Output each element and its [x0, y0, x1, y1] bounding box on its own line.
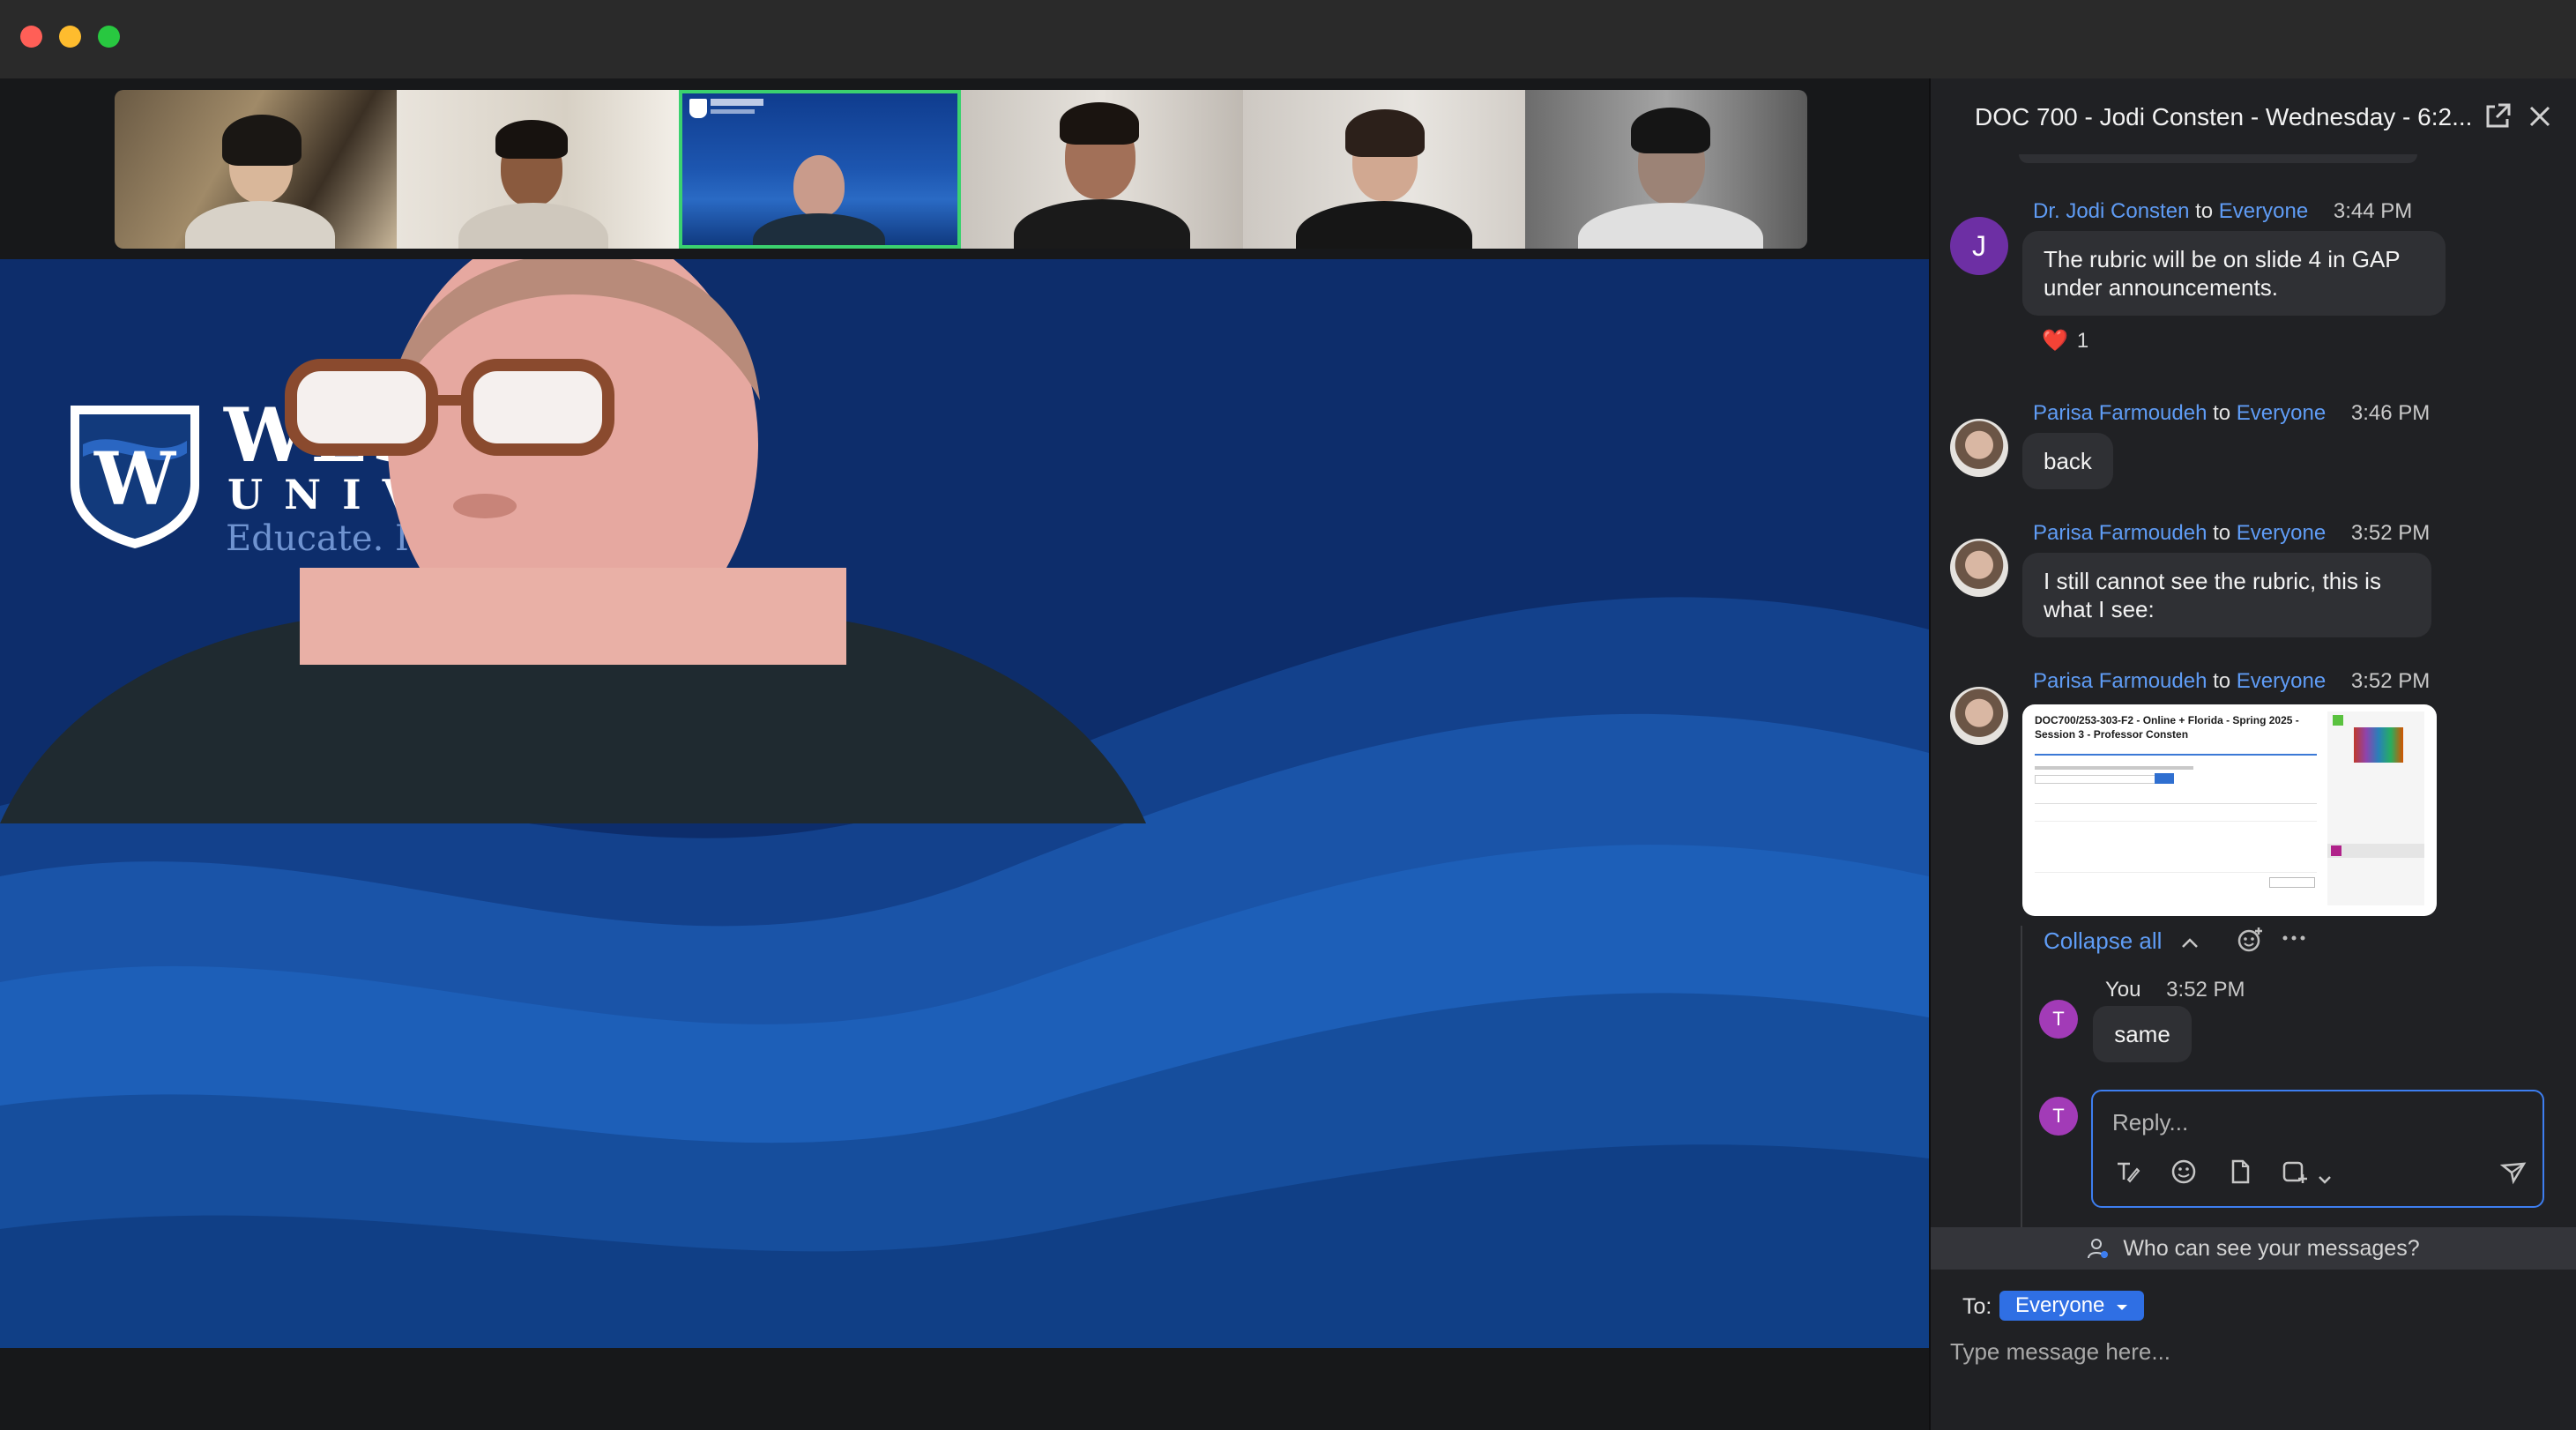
- screenshot-attachment[interactable]: DOC700/253-303-F2 - Online + Florida - S…: [2022, 704, 2437, 916]
- message-bubble[interactable]: back: [2022, 433, 2113, 489]
- participant-tile[interactable]: [1525, 90, 1807, 249]
- avatar: T: [2039, 1000, 2078, 1039]
- popout-icon[interactable]: [2483, 101, 2513, 131]
- reaction-badge[interactable]: ❤️ 1: [2042, 328, 2088, 354]
- dropdown-caret-icon: [2116, 1291, 2128, 1321]
- privacy-notice[interactable]: Who can see your messages?: [1931, 1227, 2576, 1270]
- recipient-select[interactable]: Everyone: [1999, 1291, 2145, 1321]
- participant-tile[interactable]: [115, 90, 397, 249]
- previous-message-bubble: [2019, 154, 2417, 163]
- message-time: 3:52 PM: [2166, 978, 2245, 1002]
- send-icon[interactable]: [2499, 1158, 2527, 1191]
- heart-icon: ❤️: [2042, 329, 2068, 353]
- emoji-icon[interactable]: [2170, 1158, 2197, 1191]
- message-time: 3:44 PM: [2333, 199, 2413, 223]
- westcliff-mini-logo: [689, 99, 707, 118]
- window-titlebar: [0, 0, 2576, 78]
- sender-name[interactable]: Parisa Farmoudeh: [2033, 521, 2207, 545]
- reply-box[interactable]: [2091, 1090, 2544, 1208]
- recipient-name[interactable]: Everyone: [2237, 669, 2326, 693]
- avatar: [1950, 419, 2008, 477]
- message-time: 3:52 PM: [2350, 669, 2431, 693]
- chat-message: J Dr. Jodi Consten to Everyone 3:44 PM T…: [1931, 199, 2576, 358]
- reply-bubble[interactable]: same: [2093, 1006, 2192, 1062]
- message-time: 3:52 PM: [2350, 521, 2431, 545]
- add-reaction-icon[interactable]: [2236, 926, 2264, 960]
- sender-name[interactable]: Parisa Farmoudeh: [2033, 401, 2207, 425]
- chevron-up-icon: [2181, 927, 2199, 955]
- participant-tile[interactable]: [961, 90, 1243, 249]
- participant-tile-active[interactable]: [679, 90, 961, 249]
- sender-name: You: [2105, 978, 2141, 1002]
- chevron-down-icon[interactable]: [2317, 1164, 2333, 1192]
- message-input[interactable]: [1948, 1333, 2551, 1370]
- file-icon[interactable]: [2227, 1158, 2253, 1191]
- sender-name[interactable]: Parisa Farmoudeh: [2033, 669, 2207, 693]
- message-meta: Parisa Farmoudeh to Everyone 3:46 PM: [2033, 401, 2431, 425]
- speaker-figure: [0, 259, 1146, 823]
- video-area: W WESTCLIFF UNIVERSITY Educate. Inspire.…: [0, 78, 1929, 1430]
- thread-line: [2021, 926, 2022, 1234]
- recipient-name[interactable]: Everyone: [2237, 401, 2326, 425]
- sender-name[interactable]: Dr. Jodi Consten: [2033, 199, 2189, 223]
- avatar: [1950, 539, 2008, 597]
- message-bubble[interactable]: I still cannot see the rubric, this is w…: [2022, 553, 2431, 637]
- close-icon[interactable]: [2525, 101, 2555, 131]
- to-label: To:: [1962, 1294, 1992, 1319]
- chat-message: Parisa Farmoudeh to Everyone 3:52 PM I s…: [1931, 521, 2576, 644]
- avatar: J: [1950, 217, 2008, 275]
- participant-strip: [115, 90, 1807, 249]
- avatar: [1950, 687, 2008, 745]
- attachment-sidebar: [2327, 711, 2424, 905]
- message-meta: Dr. Jodi Consten to Everyone 3:44 PM: [2033, 199, 2413, 223]
- collapse-all-button[interactable]: Collapse all: [2044, 927, 2199, 955]
- message-bubble[interactable]: The rubric will be on slide 4 in GAP und…: [2022, 231, 2446, 316]
- more-options-icon[interactable]: [2282, 922, 2306, 957]
- recipient-name[interactable]: Everyone: [2219, 199, 2308, 223]
- participant-tile[interactable]: [397, 90, 679, 249]
- chat-message: Parisa Farmoudeh to Everyone 3:46 PM bac…: [1931, 401, 2576, 498]
- zoom-window-button[interactable]: [98, 26, 120, 48]
- minimize-window-button[interactable]: [59, 26, 81, 48]
- screenshot-icon[interactable]: [2282, 1158, 2308, 1191]
- reply-meta: You 3:52 PM: [2105, 978, 2245, 1002]
- format-text-icon[interactable]: [2114, 1158, 2140, 1191]
- main-speaker-video[interactable]: W WESTCLIFF UNIVERSITY Educate. Inspire.…: [0, 259, 1929, 1348]
- person-lock-icon: [2087, 1236, 2116, 1261]
- close-window-button[interactable]: [20, 26, 42, 48]
- chat-title: DOC 700 - Jodi Consten - Wednesday - 6:2…: [1975, 103, 2473, 130]
- attachment-title: DOC700/253-303-F2 - Online + Florida - S…: [2035, 714, 2299, 741]
- chat-message: Parisa Farmoudeh to Everyone 3:52 PM DOC…: [1931, 669, 2576, 934]
- message-meta: Parisa Farmoudeh to Everyone 3:52 PM: [2033, 669, 2431, 693]
- chat-header: DOC 700 - Jodi Consten - Wednesday - 6:2…: [1931, 78, 2576, 160]
- message-time: 3:46 PM: [2350, 401, 2431, 425]
- my-avatar: T: [2039, 1097, 2078, 1136]
- reply-input[interactable]: [2111, 1106, 2520, 1139]
- message-meta: Parisa Farmoudeh to Everyone 3:52 PM: [2033, 521, 2431, 545]
- recipient-name[interactable]: Everyone: [2237, 521, 2326, 545]
- participant-tile[interactable]: [1243, 90, 1525, 249]
